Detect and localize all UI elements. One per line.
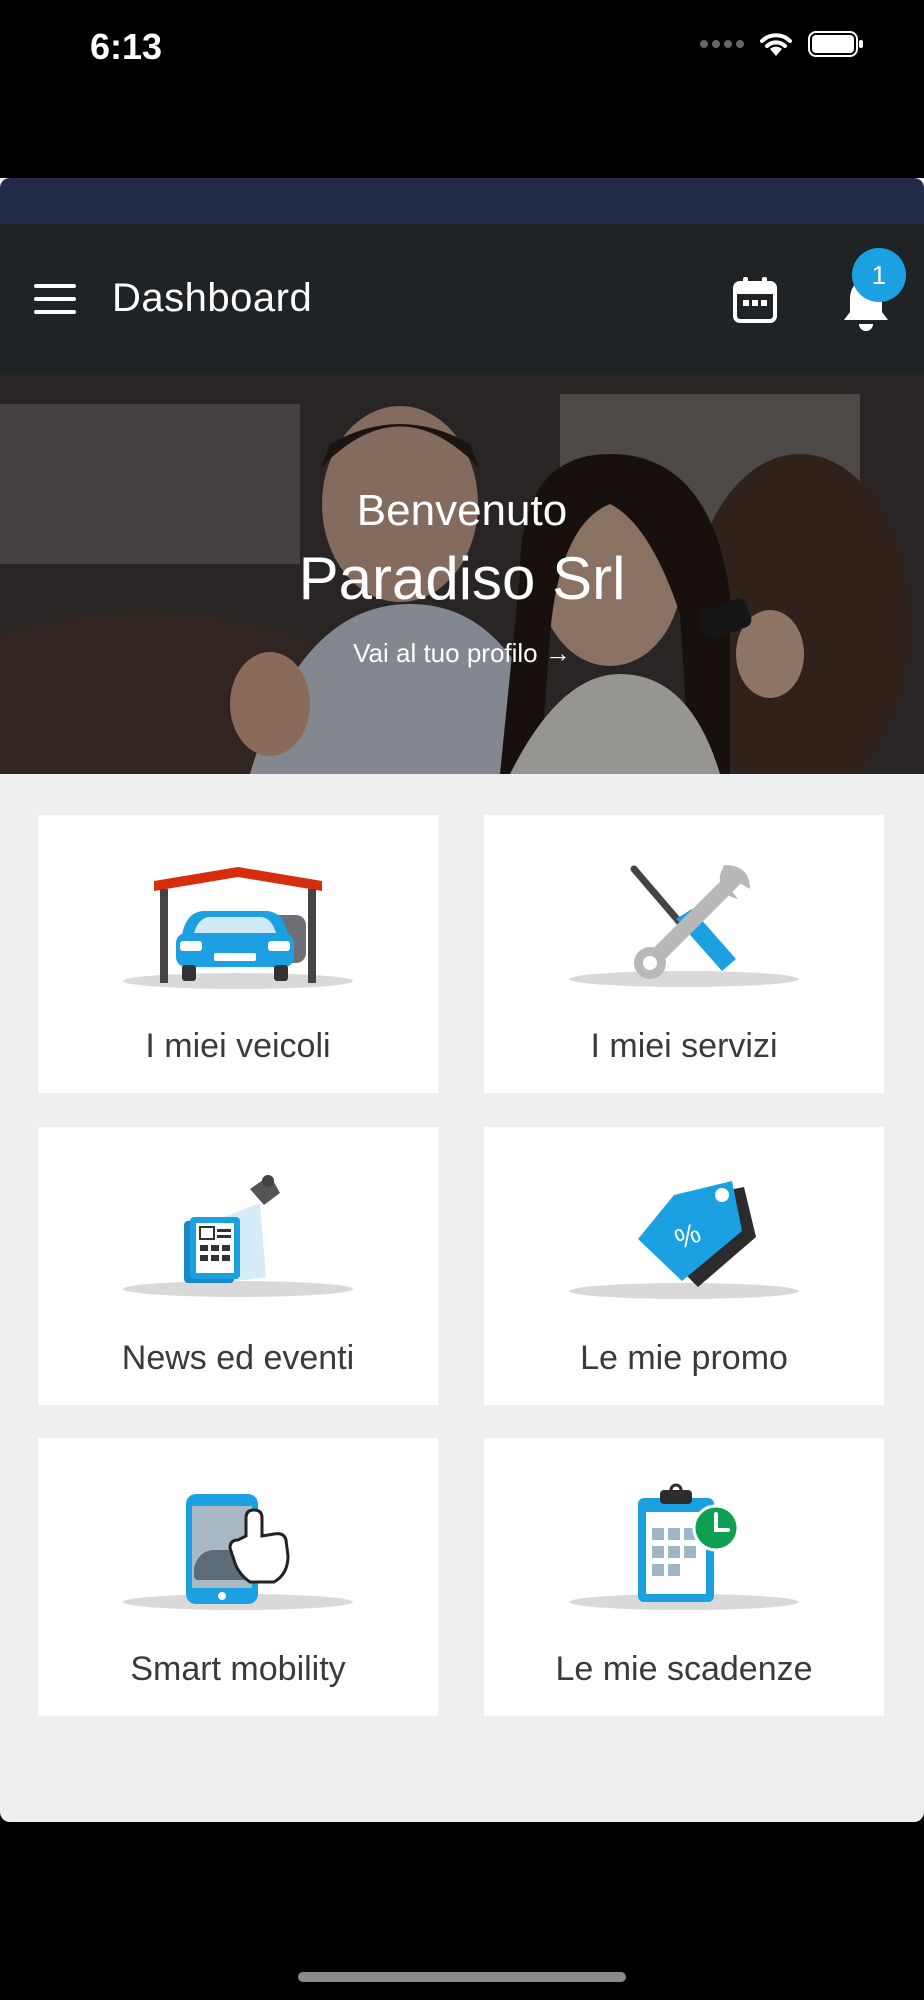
tile-label: Le mie scadenze [555, 1650, 813, 1688]
smartphone-tap-icon [123, 1494, 353, 1610]
page-title: Dashboard [112, 276, 313, 320]
battery-icon [808, 31, 863, 57]
tile-label: I miei veicoli [145, 1027, 331, 1065]
calendar-clock-icon [569, 1483, 799, 1610]
calendar-icon[interactable] [732, 276, 778, 324]
status-icons [700, 30, 864, 58]
app-container: Dashboard 1 Benvenuto Paradiso Srl Vai a… [0, 178, 924, 1822]
cellular-signal-icon [700, 40, 744, 48]
tools-icon [569, 865, 799, 987]
status-bar: 6:13 [0, 0, 924, 100]
price-tag-icon: % [569, 1181, 799, 1299]
status-time: 6:13 [90, 26, 163, 67]
tile-smart-mobility[interactable]: Smart mobility [38, 1438, 438, 1716]
tile-label: I miei servizi [590, 1027, 778, 1065]
profile-link[interactable]: Vai al tuo profilo → [0, 638, 924, 669]
notification-badge[interactable]: 1 [852, 248, 906, 302]
wifi-icon [760, 33, 792, 56]
app-bar: Dashboard 1 [0, 224, 924, 374]
tile-label: News ed eventi [121, 1339, 355, 1377]
tile-label: Le mie promo [580, 1339, 788, 1377]
tile-promo[interactable]: % Le mie promo [484, 1127, 884, 1405]
top-strip [0, 178, 924, 224]
hero-company-name: Paradiso Srl [298, 545, 626, 612]
tile-deadlines[interactable]: Le mie scadenze [484, 1438, 884, 1716]
tile-news-events[interactable]: News ed eventi [38, 1127, 438, 1405]
hero-banner: Benvenuto Paradiso Srl Vai al tuo profil… [0, 374, 924, 774]
tile-services[interactable]: I miei servizi [484, 815, 884, 1093]
hero-text: Benvenuto Paradiso Srl Vai al tuo profil… [0, 374, 924, 774]
garage-car-icon [123, 867, 353, 989]
newspaper-spotlight-icon [123, 1175, 353, 1297]
hamburger-menu-icon[interactable] [34, 284, 76, 314]
tile-label: Smart mobility [130, 1650, 346, 1688]
tile-vehicles[interactable]: I miei veicoli [38, 815, 438, 1093]
hero-greeting: Benvenuto [356, 486, 568, 535]
home-indicator[interactable] [298, 1972, 626, 1982]
